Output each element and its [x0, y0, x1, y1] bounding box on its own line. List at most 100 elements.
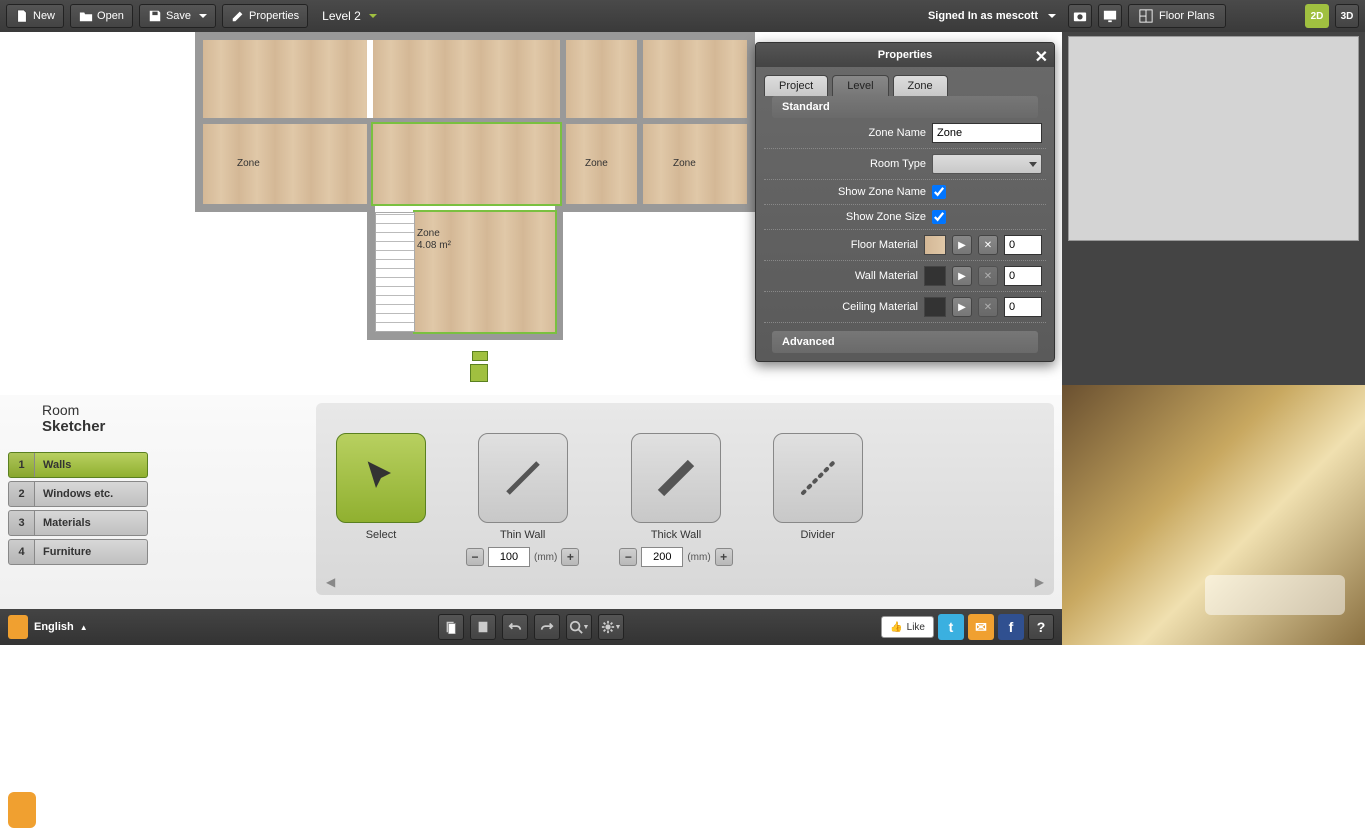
show-zone-name-label: Show Zone Name [768, 186, 926, 198]
divider-button[interactable] [773, 433, 863, 523]
floor-plans-label: Floor Plans [1159, 10, 1215, 22]
zone-label: Zone [585, 158, 608, 169]
view-2d-button[interactable]: 2D [1305, 4, 1329, 28]
help-button[interactable]: ? [1028, 614, 1054, 640]
panel-title-bar[interactable]: Properties ✕ [756, 43, 1054, 67]
facebook-icon: f [1009, 619, 1014, 635]
room-type-select[interactable] [932, 154, 1042, 174]
room-type-label: Room Type [768, 158, 926, 170]
email-button[interactable]: ✉ [968, 614, 994, 640]
save-button[interactable]: Save [139, 4, 216, 28]
twitter-button[interactable]: t [938, 614, 964, 640]
scroll-left-icon[interactable]: ◀ [326, 575, 335, 589]
language-selector[interactable]: English ▲ [8, 615, 88, 639]
delete-icon[interactable]: ✕ [978, 235, 998, 255]
tab-zone[interactable]: Zone [893, 75, 948, 96]
folder-open-icon [79, 9, 93, 23]
new-file-icon [15, 9, 29, 23]
zone-name-input[interactable] [932, 123, 1042, 143]
show-zone-name-checkbox[interactable] [932, 185, 946, 199]
facebook-button[interactable]: f [998, 614, 1024, 640]
door-handle[interactable] [470, 364, 488, 382]
preview-3d[interactable] [1068, 36, 1359, 241]
plus-button[interactable]: + [561, 548, 579, 566]
plus-button[interactable]: + [715, 548, 733, 566]
minus-button[interactable]: − [466, 548, 484, 566]
twitter-icon: t [949, 619, 954, 635]
like-button[interactable]: 👍 Like [881, 616, 934, 638]
cursor-icon [361, 458, 401, 498]
thick-line-icon [651, 453, 701, 503]
thin-wall-button[interactable] [478, 433, 568, 523]
play-icon[interactable]: ▶ [952, 297, 972, 317]
camera-icon [1073, 9, 1087, 23]
open-button[interactable]: Open [70, 4, 133, 28]
screen-button[interactable] [1098, 4, 1122, 28]
settings-button[interactable]: ▼ [598, 614, 624, 640]
select-tool-button[interactable] [336, 433, 426, 523]
zoom-button[interactable]: ▼ [566, 614, 592, 640]
floor-material-label: Floor Material [768, 239, 918, 251]
category-walls[interactable]: 1Walls [8, 452, 148, 478]
properties-button[interactable]: Properties [222, 4, 308, 28]
close-icon[interactable]: ✕ [1035, 47, 1048, 67]
floor-material-input[interactable] [1004, 235, 1042, 255]
dotted-line-icon [793, 453, 843, 503]
clipboard-icon [476, 620, 490, 634]
floor-plans-button[interactable]: Floor Plans [1128, 4, 1226, 28]
play-icon[interactable]: ▶ [952, 235, 972, 255]
preview-render[interactable] [1062, 385, 1365, 645]
pencil-icon [231, 9, 245, 23]
panel-title: Properties [878, 49, 932, 61]
main-toolbar: New Open Save Properties Level 2 Signed … [0, 0, 1062, 32]
tool-thin-wall: Thin Wall − (mm) + [466, 433, 579, 585]
ceiling-material-input[interactable] [1004, 297, 1042, 317]
category-materials[interactable]: 3Materials [8, 510, 148, 536]
signed-in-label: Signed In as mescott [928, 10, 1038, 22]
tab-level[interactable]: Level [832, 75, 888, 96]
level-selector[interactable]: Level 2 [322, 9, 377, 23]
zone-label: Zone [237, 158, 260, 169]
category-windows[interactable]: 2Windows etc. [8, 481, 148, 507]
zone-label: Zone [673, 158, 696, 169]
section-advanced[interactable]: Advanced [772, 331, 1038, 353]
camera-button[interactable] [1068, 4, 1092, 28]
ceiling-material-swatch[interactable] [924, 297, 946, 317]
minus-button[interactable]: − [619, 548, 637, 566]
right-toolbar: Floor Plans 2D 3D [1062, 0, 1365, 32]
view-3d-button[interactable]: 3D [1335, 4, 1359, 28]
thick-wall-button[interactable] [631, 433, 721, 523]
undo-button[interactable] [502, 614, 528, 640]
open-label: Open [97, 10, 124, 22]
view-3d-label: 3D [1341, 11, 1354, 22]
copy-button[interactable] [438, 614, 464, 640]
delete-icon: ✕ [978, 266, 998, 286]
scroll-right-icon[interactable]: ▶ [1035, 575, 1044, 589]
new-button[interactable]: New [6, 4, 64, 28]
properties-panel: Properties ✕ Project Level Zone Standard… [755, 42, 1055, 362]
section-standard[interactable]: Standard [772, 96, 1038, 118]
show-zone-size-checkbox[interactable] [932, 210, 946, 224]
thick-wall-value-input[interactable] [641, 547, 683, 567]
properties-label: Properties [249, 10, 299, 22]
wall-material-swatch[interactable] [924, 266, 946, 286]
level-label: Level 2 [322, 9, 361, 23]
panel-tabs: Project Level Zone [756, 67, 1054, 96]
tab-project[interactable]: Project [764, 75, 828, 96]
redo-icon [540, 620, 554, 634]
user-menu[interactable]: Signed In as mescott [928, 10, 1056, 22]
save-label: Save [166, 10, 191, 22]
unit-label: (mm) [534, 552, 557, 563]
new-label: New [33, 10, 55, 22]
redo-button[interactable] [534, 614, 560, 640]
tool-divider: Divider [773, 433, 863, 585]
thin-wall-value-input[interactable] [488, 547, 530, 567]
paste-button[interactable] [470, 614, 496, 640]
floorplan: Zone Zone Zone Zone 4.08 m² [185, 32, 765, 377]
undo-icon [508, 620, 522, 634]
wall-material-input[interactable] [1004, 266, 1042, 286]
category-furniture[interactable]: 4Furniture [8, 539, 148, 565]
play-icon[interactable]: ▶ [952, 266, 972, 286]
thin-wall-label: Thin Wall [500, 529, 545, 541]
floor-material-swatch[interactable] [924, 235, 946, 255]
